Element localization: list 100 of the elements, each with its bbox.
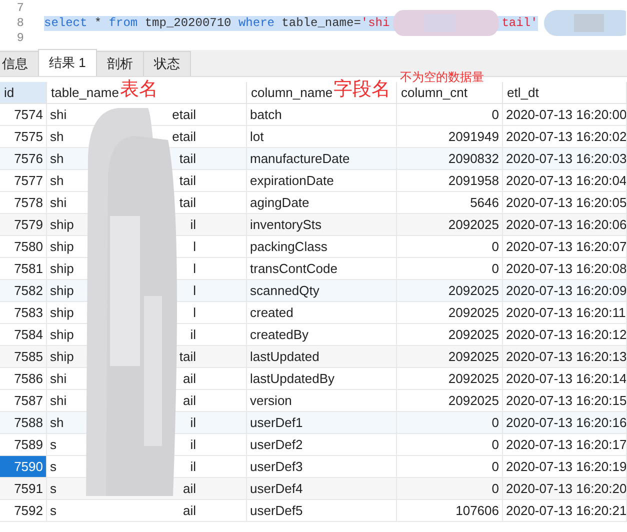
table-cell: 2020-07-13 16:20:05 xyxy=(503,192,627,214)
table-cell-text: sh xyxy=(50,172,64,190)
table-cell: 7589 xyxy=(0,434,47,456)
table-cell: 7580 xyxy=(0,236,47,258)
table-cell: 0 xyxy=(397,412,503,434)
table-cell: userDef4 xyxy=(247,478,397,500)
table-cell-text: sh xyxy=(50,414,64,432)
table-cell: 2091949 xyxy=(397,126,503,148)
table-cell: 2092025 xyxy=(397,346,503,368)
column-header[interactable]: etl_dt xyxy=(507,84,539,100)
table-cell: 2092025 xyxy=(397,390,503,412)
table-cell: 2020-07-13 16:20:09 xyxy=(503,280,627,302)
result-tab[interactable]: 剖析 xyxy=(96,51,144,76)
table-cell-text: s xyxy=(50,458,56,476)
table-cell: inventorySts xyxy=(247,214,397,236)
table-cell: batch xyxy=(247,104,397,126)
table-cell: 2020-07-13 16:20:02 xyxy=(503,126,627,148)
table-cell: 7579 xyxy=(0,214,47,236)
code-text: tmp_20200710 xyxy=(144,16,232,31)
table-cell: 7588 xyxy=(0,412,47,434)
table-cell: version xyxy=(247,390,397,412)
table-cell-text: shi xyxy=(50,194,67,212)
annotation-text: 表名 xyxy=(120,80,158,100)
table-cell: 2020-07-13 16:20:00 xyxy=(503,104,627,126)
table-cell-text: ail xyxy=(182,480,196,498)
table-cell: 2020-07-13 16:20:07 xyxy=(503,236,627,258)
table-cell-text: s xyxy=(50,502,56,520)
table-cell: 2092025 xyxy=(397,302,503,324)
table-cell: 7587 xyxy=(0,390,47,412)
table-cell: 2020-07-13 16:20:19 xyxy=(503,456,627,478)
annotation-text: 不为空的数据量 xyxy=(400,71,484,84)
table-cell: 2020-07-13 16:20:21 xyxy=(503,500,627,522)
table-cell: packingClass xyxy=(247,236,397,258)
table-cell-text: ship xyxy=(50,282,74,300)
table-cell-text: ship xyxy=(50,304,74,322)
column-header[interactable]: column_cnt xyxy=(401,84,468,100)
table-cell: 7585 xyxy=(0,346,47,368)
table-cell: 7575 xyxy=(0,126,47,148)
table-cell-text: il xyxy=(190,458,196,476)
table-cell: 0 xyxy=(397,258,503,280)
table-cell: 2020-07-13 16:20:12 xyxy=(503,324,627,346)
table-cell: 0 xyxy=(397,434,503,456)
table-cell: 5646 xyxy=(397,192,503,214)
line-number: 7 xyxy=(16,1,24,16)
table-cell-text: l xyxy=(193,304,196,322)
code-text: select xyxy=(44,16,88,31)
table-cell-text: tail xyxy=(179,172,196,190)
table-cell: 0 xyxy=(397,478,503,500)
result-tab[interactable]: 状态 xyxy=(142,51,191,76)
table-cell: 2020-07-13 16:20:03 xyxy=(503,148,627,170)
code-text: table_name= xyxy=(280,16,361,31)
result-tab[interactable]: 信息 xyxy=(0,51,39,76)
table-cell: createdBy xyxy=(247,324,397,346)
table-cell: 7574 xyxy=(0,104,47,126)
code-text: tail' xyxy=(502,16,538,31)
table-cell-text: l xyxy=(193,260,196,278)
table-cell-text: tail xyxy=(179,194,196,212)
column-header[interactable]: id xyxy=(4,84,14,100)
table-cell: 2092025 xyxy=(397,280,503,302)
table-cell: 7583 xyxy=(0,302,47,324)
table-cell: 0 xyxy=(397,456,503,478)
table-cell: 2020-07-13 16:20:15 xyxy=(503,390,627,412)
annotation-text: 字段名 xyxy=(334,80,391,100)
table-cell: 7591 xyxy=(0,478,47,500)
code-text: * xyxy=(93,16,103,31)
table-cell: userDef1 xyxy=(247,412,397,434)
table-cell: manufactureDate xyxy=(247,148,397,170)
table-cell-text: ship xyxy=(50,326,74,344)
table-cell-text: il xyxy=(190,436,196,454)
table-cell: 2020-07-13 16:20:14 xyxy=(503,368,627,390)
table-cell-text: l xyxy=(193,238,196,256)
code-text: where xyxy=(238,16,274,31)
table-cell: 2092025 xyxy=(397,368,503,390)
table-cell: 7577 xyxy=(0,170,47,192)
table-cell: 2092025 xyxy=(397,214,503,236)
table-cell: 7592 xyxy=(0,500,47,522)
table-cell: 2020-07-13 16:20:17 xyxy=(503,434,627,456)
table-cell: 2020-07-13 16:20:13 xyxy=(503,346,627,368)
column-header[interactable]: table_name xyxy=(51,84,119,100)
table-cell: 0 xyxy=(397,236,503,258)
table-cell: 7582 xyxy=(0,280,47,302)
line-number: 8 xyxy=(16,16,24,31)
table-cell-text: il xyxy=(190,326,196,344)
table-cell: userDef2 xyxy=(247,434,397,456)
table-cell: 2020-07-13 16:20:20 xyxy=(503,478,627,500)
table-cell: 7590 xyxy=(0,456,47,478)
result-tab[interactable]: 结果 1 xyxy=(38,49,97,76)
column-header[interactable]: column_name xyxy=(251,84,333,100)
table-cell-text: sh xyxy=(50,150,64,168)
table-cell: 2020-07-13 16:20:11 xyxy=(503,302,627,324)
table-cell-text: il xyxy=(190,414,196,432)
table-cell-text: il xyxy=(190,216,196,234)
table-cell: 2020-07-13 16:20:08 xyxy=(503,258,627,280)
table-cell: 7586 xyxy=(0,368,47,390)
table-cell: 7581 xyxy=(0,258,47,280)
table-cell: scannedQty xyxy=(247,280,397,302)
table-cell-text: ail xyxy=(182,502,196,520)
table-cell: lastUpdated xyxy=(247,346,397,368)
table-cell: 7578 xyxy=(0,192,47,214)
table-cell: 107606 xyxy=(397,500,503,522)
